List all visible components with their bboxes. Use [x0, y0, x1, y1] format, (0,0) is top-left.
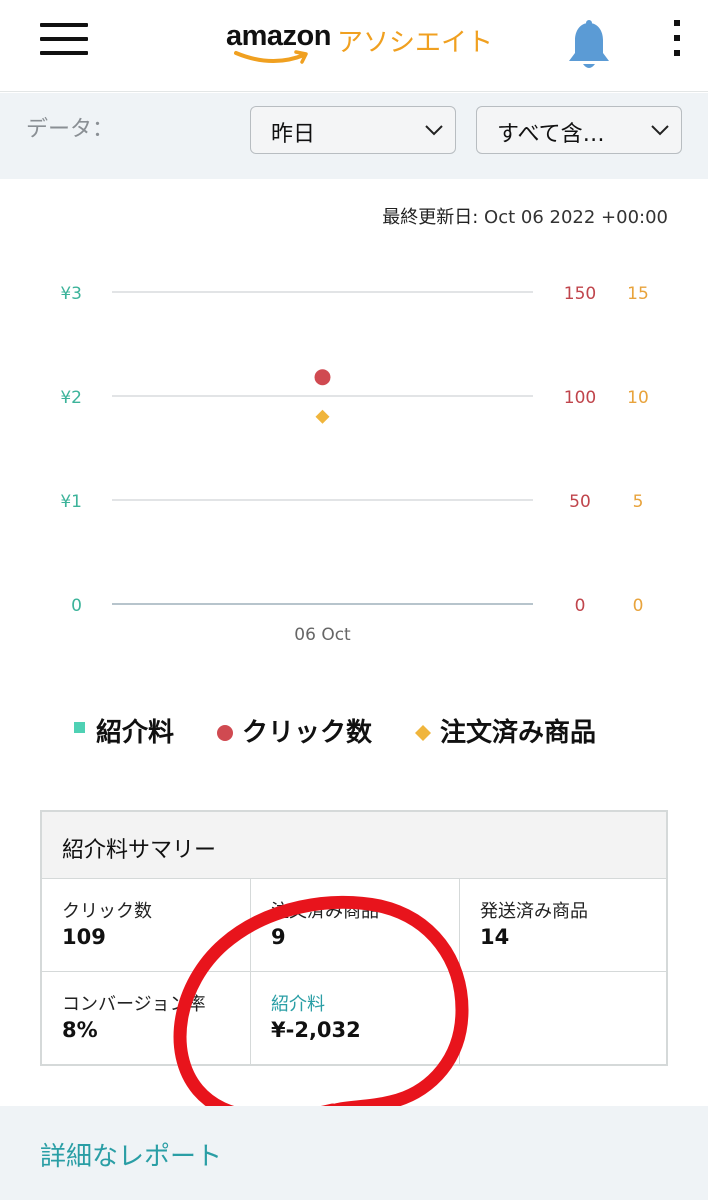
last-updated: 最終更新日: Oct 06 2022 +00:00 [382, 203, 668, 229]
orders-point [315, 409, 330, 424]
logo-associates-text: アソシエイト [337, 28, 494, 58]
left-axis-tick: ¥2 [60, 388, 82, 408]
clicks-label: クリック数 [62, 901, 152, 922]
shipped-label: 発送済み商品 [480, 901, 588, 922]
logo-amazon-text: amazon [226, 20, 331, 52]
data-filter-label: データ： [26, 117, 115, 142]
clicks-value: 109 [62, 925, 106, 949]
shipped-value: 14 [480, 925, 510, 949]
left-axis-tick: ¥3 [60, 284, 82, 304]
period-select-value: 昨日 [271, 122, 316, 147]
clicks-axis-tick: 0 [575, 596, 586, 616]
legend-ordered: 注文済み商品 [440, 718, 597, 748]
summary-cell-conversion: コンバージョン率 8% [42, 971, 251, 1064]
chevron-down-icon [425, 125, 443, 136]
summary-cell-shipped: 発送済み商品 14 [460, 878, 666, 971]
menu-icon[interactable] [40, 22, 90, 58]
fee-value: ¥-2,032 [271, 1018, 361, 1042]
summary-title: 紹介料サマリー [62, 838, 217, 863]
conversion-label: コンバージョン率 [62, 994, 206, 1015]
detailed-report-link[interactable]: 詳細なレポート [40, 1136, 222, 1173]
last-updated-label: 最終更新日: [382, 207, 479, 228]
orders-axis-tick: 15 [627, 284, 649, 304]
left-axis-tick: ¥1 [60, 492, 82, 512]
ordered-value: 9 [271, 925, 286, 949]
summary-cell-empty [460, 971, 666, 1064]
ordered-label: 注文済み商品 [271, 901, 379, 922]
legend-square-icon [74, 722, 85, 733]
clicks-axis-tick: 100 [564, 388, 596, 408]
app-header: amazon アソシエイト [0, 0, 708, 92]
performance-chart: 0 0 0 ¥1 50 5 ¥2 100 10 ¥3 150 15 06 Oct [60, 284, 649, 645]
summary-cell-clicks: クリック数 109 [42, 878, 251, 971]
legend-clicks: クリック数 [242, 718, 373, 748]
scope-select-value: すべて含… [497, 122, 605, 147]
fee-summary-table: 紹介料サマリー クリック数 109 注文済み商品 9 発送済み商品 14 コンバ… [40, 810, 668, 1066]
orders-axis-tick: 0 [633, 596, 644, 616]
last-updated-value: Oct 06 2022 +00:00 [484, 207, 668, 228]
x-axis-tick: 06 Oct [294, 625, 351, 645]
clicks-axis-tick: 50 [569, 492, 591, 512]
orders-axis-tick: 10 [627, 388, 649, 408]
summary-cell-fee[interactable]: 紹介料 ¥-2,032 [251, 971, 460, 1064]
fee-link-label[interactable]: 紹介料 [271, 990, 325, 1016]
legend-circle-icon [217, 725, 233, 741]
summary-cell-ordered: 注文済み商品 9 [251, 878, 460, 971]
filter-bar: データ： 昨日 すべて含… [0, 93, 708, 179]
orders-axis-tick: 5 [633, 492, 644, 512]
footer-bar: 詳細なレポート [0, 1106, 708, 1200]
period-select[interactable]: 昨日 [250, 106, 456, 154]
legend-fee: 紹介料 [96, 718, 175, 748]
conversion-value: 8% [62, 1018, 98, 1042]
legend-diamond-icon [415, 725, 431, 741]
chevron-down-icon [651, 125, 669, 136]
left-axis-tick: 0 [71, 596, 82, 616]
amazon-smile-icon [234, 50, 308, 64]
more-options-icon[interactable] [672, 20, 684, 60]
clicks-point [314, 369, 331, 386]
summary-header: 紹介料サマリー [42, 812, 666, 878]
scope-select[interactable]: すべて含… [476, 106, 682, 154]
notification-bell-icon[interactable] [566, 20, 612, 72]
clicks-axis-tick: 150 [564, 284, 596, 304]
